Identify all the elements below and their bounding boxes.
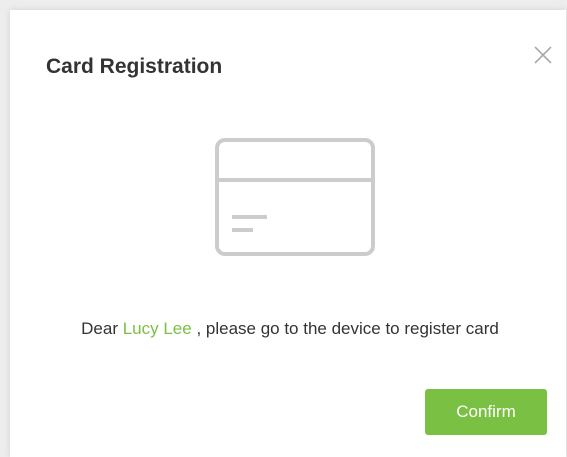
user-name-link: Lucy Lee [122,319,192,338]
close-button[interactable] [532,44,554,66]
registration-message: Dear Lucy Lee , please go to the device … [40,314,540,344]
dialog-title: Card Registration [46,55,223,78]
message-prefix: Dear [81,319,123,338]
close-icon [534,46,552,64]
card-registration-dialog: Card Registration Dear Lucy Lee , please… [10,10,566,457]
card-icon [215,138,375,256]
confirm-button[interactable]: Confirm [425,389,547,435]
message-suffix: , please go to the device to register ca… [191,319,499,338]
card-illustration [215,138,375,256]
